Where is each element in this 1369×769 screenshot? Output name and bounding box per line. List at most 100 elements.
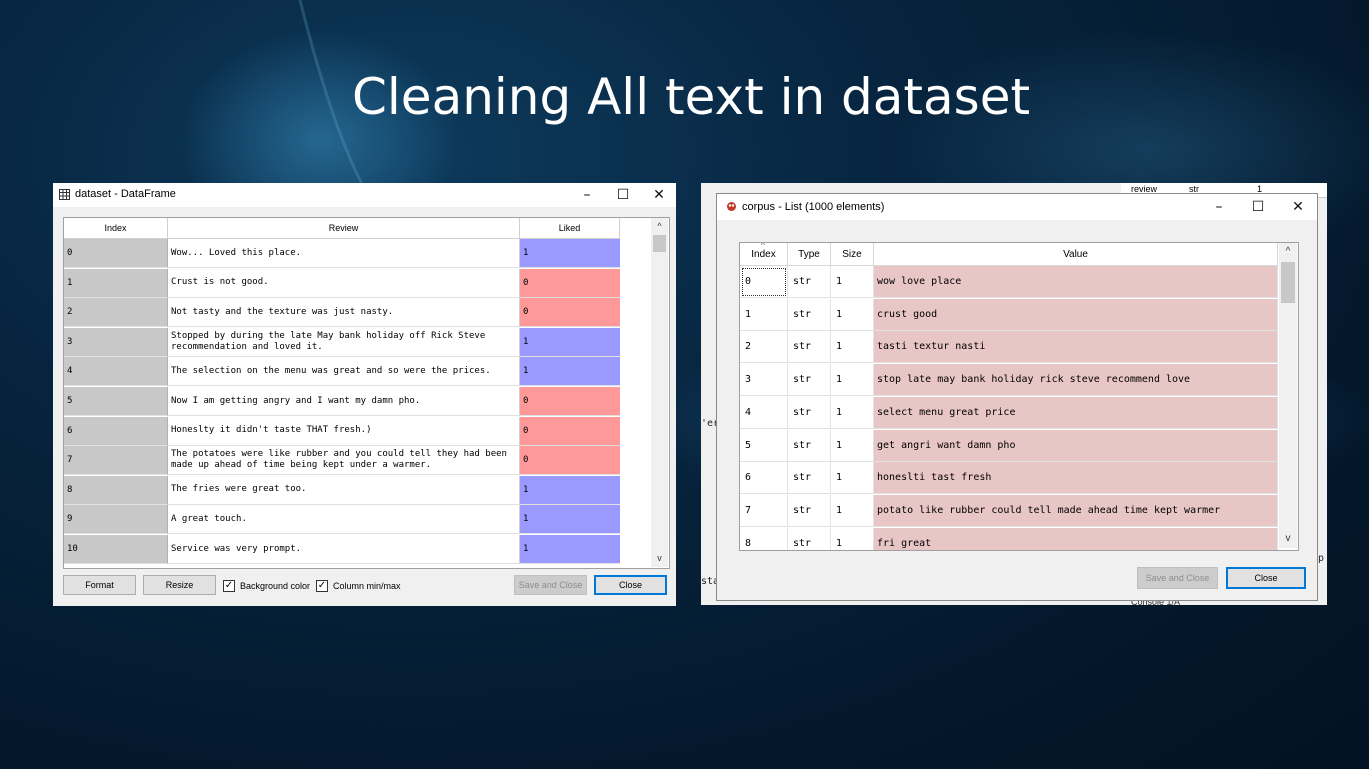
item-index[interactable]: 4 — [740, 396, 788, 429]
item-index[interactable]: 2 — [740, 331, 788, 364]
background-color-checkbox[interactable]: ✓ — [223, 580, 235, 592]
item-index[interactable]: 0 — [740, 266, 788, 298]
table-row[interactable]: 7 The potatoes were like rubber and you c… — [64, 446, 620, 476]
save-and-close-button[interactable]: Save and Close — [1137, 567, 1218, 589]
item-size[interactable]: 1 — [831, 494, 874, 527]
column-header-review[interactable]: Review — [168, 218, 520, 239]
row-liked[interactable]: 0 — [520, 298, 620, 328]
column-header-size[interactable]: Size — [831, 243, 874, 266]
item-size[interactable]: 1 — [831, 266, 874, 298]
list-item[interactable]: 0 str 1 wow love place — [740, 266, 1278, 299]
item-size[interactable]: 1 — [831, 527, 874, 550]
row-review[interactable]: A great touch. — [168, 505, 520, 535]
item-type[interactable]: str — [788, 429, 831, 462]
item-type[interactable]: str — [788, 396, 831, 429]
scroll-thumb[interactable] — [1281, 262, 1295, 303]
item-value[interactable]: stop late may bank holiday rick steve re… — [874, 364, 1278, 397]
item-type[interactable]: str — [788, 364, 831, 397]
vertical-scrollbar[interactable]: ^ v — [651, 218, 668, 567]
item-value[interactable]: honeslti tast fresh — [874, 462, 1278, 495]
close-button[interactable]: Close — [1226, 567, 1306, 589]
scroll-thumb[interactable] — [653, 235, 666, 252]
item-size[interactable]: 1 — [831, 331, 874, 364]
row-liked[interactable]: 0 — [520, 416, 620, 446]
column-header-index[interactable]: Index — [64, 218, 168, 239]
row-index[interactable]: 1 — [64, 268, 168, 298]
item-value[interactable]: tasti textur nasti — [874, 331, 1278, 364]
column-header-liked[interactable]: Liked — [520, 218, 620, 239]
item-type[interactable]: str — [788, 462, 831, 495]
row-liked[interactable]: 1 — [520, 535, 620, 564]
list-item[interactable]: 8 str 1 fri great — [740, 527, 1278, 550]
column-header-type[interactable]: Type — [788, 243, 831, 266]
minimize-icon[interactable]: – — [1210, 198, 1228, 216]
row-index[interactable]: 8 — [64, 475, 168, 505]
row-index[interactable]: 10 — [64, 535, 168, 564]
save-and-close-button[interactable]: Save and Close — [514, 575, 587, 595]
item-size[interactable]: 1 — [831, 396, 874, 429]
row-index[interactable]: 7 — [64, 446, 168, 476]
list-titlebar[interactable]: corpus - List (1000 elements) – ☐ ✕ — [717, 194, 1317, 220]
item-index[interactable]: 5 — [740, 429, 788, 462]
dataframe-titlebar[interactable]: dataset - DataFrame – ☐ ✕ — [53, 183, 676, 207]
column-minmax-checkbox[interactable]: ✓ — [316, 580, 328, 592]
list-item[interactable]: 3 str 1 stop late may bank holiday rick ste… — [740, 364, 1278, 397]
row-index[interactable]: 9 — [64, 505, 168, 535]
close-button[interactable]: Close — [594, 575, 667, 595]
item-index[interactable]: 7 — [740, 494, 788, 527]
item-value[interactable]: fri great — [874, 527, 1278, 550]
row-index[interactable]: 2 — [64, 298, 168, 328]
item-index[interactable]: 3 — [740, 364, 788, 397]
item-type[interactable]: str — [788, 494, 831, 527]
table-row[interactable]: 4 The selection on the menu was great and… — [64, 357, 620, 387]
row-review[interactable]: Stopped by during the late May bank holi… — [168, 327, 520, 357]
scroll-down-icon[interactable]: v — [1279, 530, 1297, 548]
scroll-down-icon[interactable]: v — [651, 550, 668, 567]
close-icon[interactable]: ✕ — [1289, 198, 1307, 216]
item-size[interactable]: 1 — [831, 364, 874, 397]
table-row[interactable]: 1 Crust is not good. 0 — [64, 268, 620, 299]
list-item[interactable]: 7 str 1 potato like rubber could tell made … — [740, 494, 1278, 528]
row-review[interactable]: The potatoes were like rubber and you co… — [168, 446, 520, 476]
row-review[interactable]: Wow... Loved this place. — [168, 239, 520, 268]
close-icon[interactable]: ✕ — [650, 186, 668, 204]
row-review[interactable]: Not tasty and the texture was just nasty… — [168, 298, 520, 328]
list-item[interactable]: 2 str 1 tasti textur nasti — [740, 331, 1278, 364]
resize-button[interactable]: Resize — [143, 575, 216, 595]
column-header-value[interactable]: Value — [874, 243, 1278, 266]
maximize-icon[interactable]: ☐ — [1249, 198, 1267, 216]
item-type[interactable]: str — [788, 266, 831, 298]
row-liked[interactable]: 0 — [520, 268, 620, 298]
item-value[interactable]: get angri want damn pho — [874, 429, 1278, 462]
row-review[interactable]: The fries were great too. — [168, 475, 520, 505]
item-size[interactable]: 1 — [831, 298, 874, 331]
row-liked[interactable]: 1 — [520, 327, 620, 357]
row-index[interactable]: 0 — [64, 239, 168, 268]
scroll-up-icon[interactable]: ^ — [651, 218, 668, 235]
table-row[interactable]: 0 Wow... Loved this place. 1 — [64, 239, 620, 269]
vertical-scrollbar[interactable]: ^ v — [1279, 243, 1297, 548]
item-type[interactable]: str — [788, 331, 831, 364]
row-review[interactable]: Service was very prompt. — [168, 535, 520, 564]
row-liked[interactable]: 1 — [520, 239, 620, 268]
list-item[interactable]: 5 str 1 get angri want damn pho — [740, 429, 1278, 463]
maximize-icon[interactable]: ☐ — [614, 186, 632, 204]
item-value[interactable]: potato like rubber could tell made ahead… — [874, 494, 1278, 527]
item-type[interactable]: str — [788, 527, 831, 550]
list-item[interactable]: 1 str 1 crust good — [740, 298, 1278, 332]
list-item[interactable]: 6 str 1 honeslti tast fresh — [740, 462, 1278, 495]
table-row[interactable]: 2 Not tasty and the texture was just nast… — [64, 298, 620, 328]
item-size[interactable]: 1 — [831, 462, 874, 495]
row-review[interactable]: Honeslty it didn't taste THAT fresh.) — [168, 416, 520, 446]
column-header-index[interactable]: ^ Index — [740, 243, 788, 266]
table-row[interactable]: 5 Now I am getting angry and I want my da… — [64, 387, 620, 417]
item-index[interactable]: 6 — [740, 462, 788, 495]
row-review[interactable]: Now I am getting angry and I want my dam… — [168, 387, 520, 416]
table-row[interactable]: 3 Stopped by during the late May bank hol… — [64, 327, 620, 358]
list-item[interactable]: 4 str 1 select menu great price — [740, 396, 1278, 430]
row-liked[interactable]: 0 — [520, 387, 620, 416]
item-value[interactable]: wow love place — [874, 266, 1278, 298]
row-index[interactable]: 4 — [64, 357, 168, 387]
row-index[interactable]: 5 — [64, 387, 168, 416]
row-index[interactable]: 6 — [64, 416, 168, 446]
